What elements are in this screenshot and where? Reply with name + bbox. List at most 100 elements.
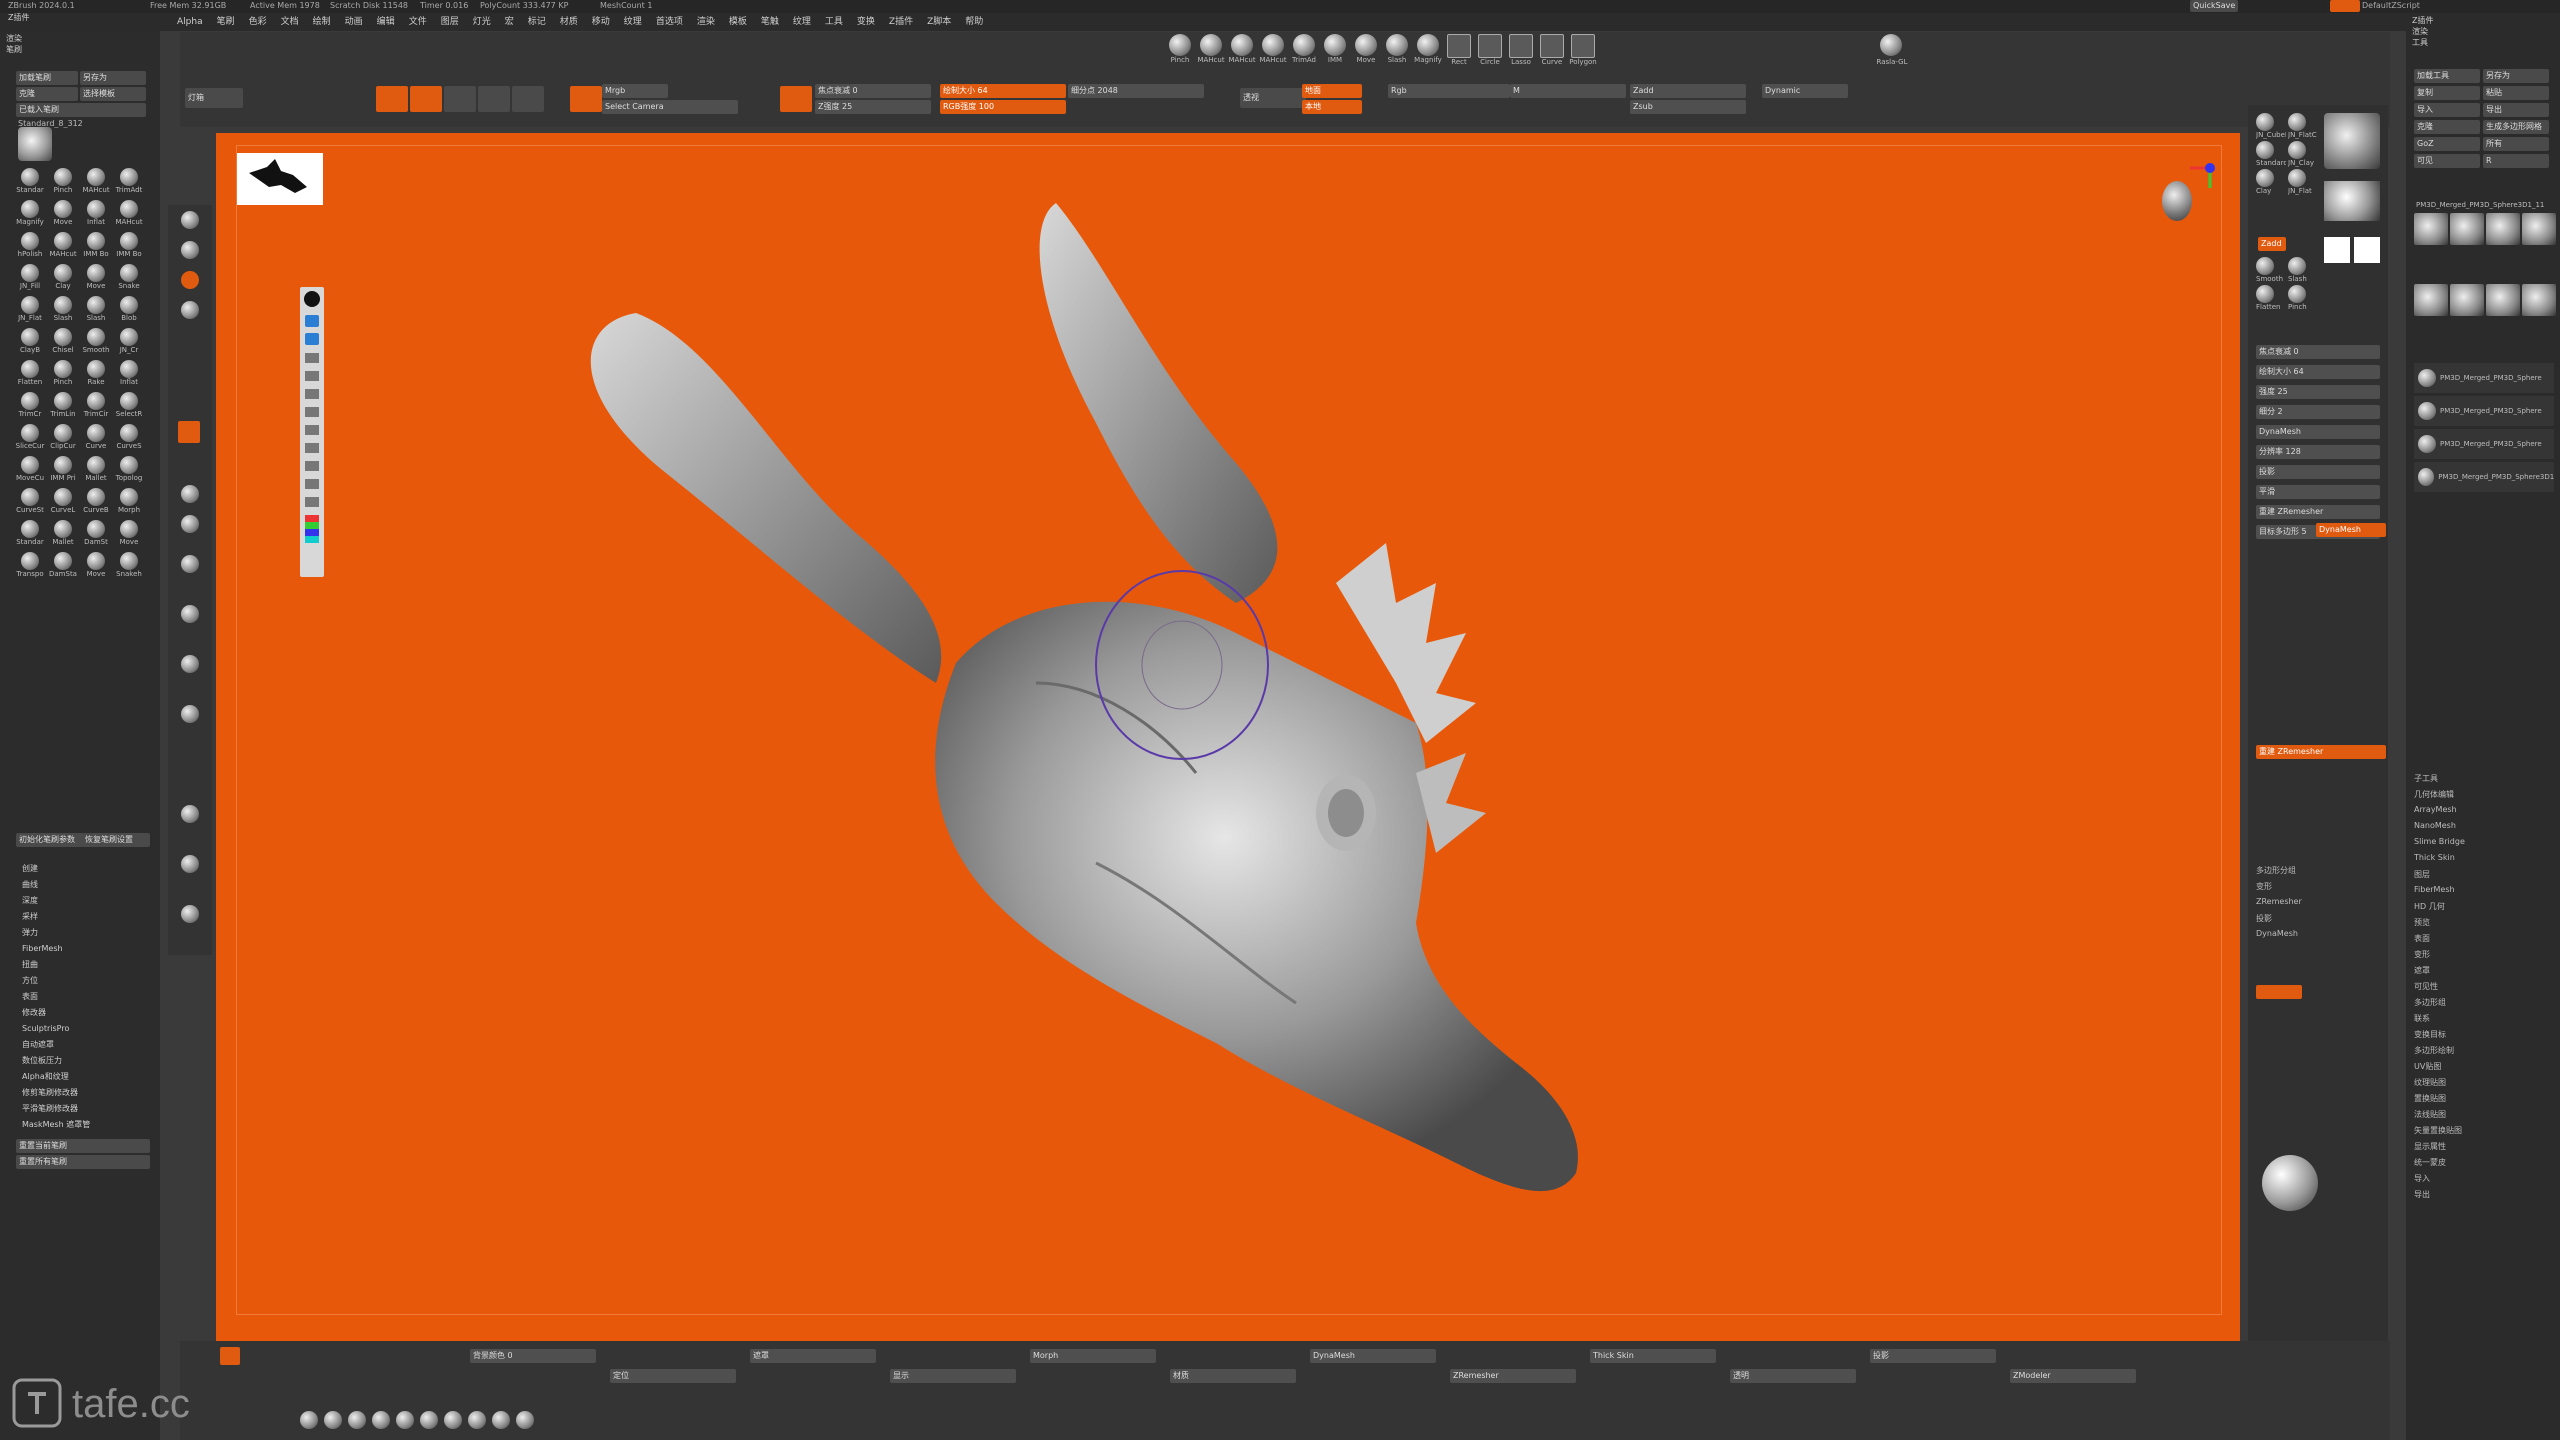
shelf-brush-10[interactable]	[181, 805, 199, 823]
shelf-brush-11[interactable]	[181, 855, 199, 873]
gizmo-tool-icon-7[interactable]	[305, 461, 319, 471]
current-brush-preview[interactable]	[18, 127, 52, 161]
brush-section-item[interactable]: Alpha和纹理	[22, 1069, 152, 1085]
brush-cell[interactable]: JN_Fill	[14, 261, 46, 292]
menu-document[interactable]: 文档	[274, 13, 306, 31]
tool-section[interactable]: 导入	[2414, 1173, 2554, 1189]
restore-brush-button[interactable]: 恢复笔刷设置	[82, 833, 150, 847]
material-item[interactable]: JN_Clay	[2288, 141, 2318, 167]
default-zscript[interactable]: DefaultZScript	[2362, 1, 2420, 10]
bottom-brush-icon[interactable]	[420, 1411, 438, 1429]
value-slider[interactable]: 平滑	[2256, 485, 2380, 499]
brush-cell[interactable]: CurveB	[80, 485, 112, 516]
quicksave-button[interactable]: QuickSave	[2190, 0, 2239, 12]
rgb-button[interactable]	[570, 86, 602, 112]
shelf-brush-7[interactable]	[181, 605, 199, 623]
brush-section-item[interactable]: SculptrisPro	[22, 1021, 152, 1037]
gizmo-tool-icon-3[interactable]	[305, 389, 319, 399]
brush-section-item[interactable]: 弹力	[22, 925, 152, 941]
bottom-brush-icon[interactable]	[468, 1411, 486, 1429]
shelf-orange-button[interactable]	[178, 421, 200, 443]
toolbar-slider-b[interactable]: M	[1510, 84, 1626, 98]
gizmo-tool-icon-8[interactable]	[305, 479, 319, 489]
material-item[interactable]: JN_FlatC	[2288, 113, 2318, 139]
gizmo-tool-icon-9[interactable]	[305, 497, 319, 507]
shelf-brush-8[interactable]	[181, 655, 199, 673]
menu-zplugin[interactable]: Z插件	[8, 13, 158, 23]
section-label[interactable]: 变形	[2256, 881, 2380, 897]
tool-section[interactable]: ArrayMesh	[2414, 805, 2554, 821]
brush-cell[interactable]: MoveCu	[14, 453, 46, 484]
gizmo-tool-icon-5[interactable]	[305, 425, 319, 435]
brush-cell[interactable]: SliceCur	[14, 421, 46, 452]
brush-section-item[interactable]: 平滑笔刷修改器	[22, 1101, 152, 1117]
section-label[interactable]: 投影	[2256, 913, 2380, 929]
brush-cell[interactable]: IMM Pri	[47, 453, 79, 484]
select-template-button[interactable]: 选择模板	[80, 87, 146, 101]
material-item[interactable]: Clay	[2256, 169, 2286, 195]
menu-zscript[interactable]: Z脚本	[920, 13, 958, 31]
menu-color[interactable]: 色彩	[242, 13, 274, 31]
brush-cell[interactable]: Move	[113, 517, 145, 548]
value-slider[interactable]: 细分 2	[2256, 405, 2380, 419]
bottom-brush-icon[interactable]	[324, 1411, 342, 1429]
top-brush-item[interactable]: Magnify	[1413, 34, 1443, 64]
brush-cell[interactable]: TrimCir	[80, 389, 112, 420]
shelf-brush-4[interactable]	[181, 485, 199, 503]
value-slider[interactable]: 重建 ZRemesher	[2256, 505, 2380, 519]
tool-section[interactable]: HD 几何	[2414, 901, 2554, 917]
tool-section[interactable]: 几何体编辑	[2414, 789, 2554, 805]
brush-section-item[interactable]: FiberMesh	[22, 941, 152, 957]
material-item[interactable]: JN_CubeR	[2256, 113, 2286, 139]
tool-thumbnail[interactable]	[2450, 213, 2484, 245]
sculpt-mesh[interactable]	[336, 163, 1736, 1303]
brush-cell[interactable]: CurveL	[47, 485, 79, 516]
tool-button[interactable]: 生成多边形网格	[2483, 120, 2549, 134]
gizmo-cursor-icon[interactable]	[305, 333, 319, 345]
subtool-row[interactable]: PM3D_Merged_PM3D_Sphere	[2414, 396, 2554, 426]
bottom-brush-icon[interactable]	[516, 1411, 534, 1429]
menu-texture[interactable]: 纹理	[617, 13, 649, 31]
header-render[interactable]: 渲染	[2412, 26, 2433, 37]
material-preview[interactable]	[2324, 113, 2380, 169]
top-brush-item[interactable]: MAHcut	[1227, 34, 1257, 64]
brush-cell[interactable]: IMM Bo	[80, 229, 112, 260]
tool-section[interactable]: 子工具	[2414, 773, 2554, 789]
brush-cell[interactable]: Morph	[113, 485, 145, 516]
tool-button[interactable]: 粘贴	[2483, 86, 2549, 100]
matcap-sphere[interactable]	[2262, 1155, 2318, 1211]
material-item[interactable]: Standard	[2256, 141, 2286, 167]
top-brush-item[interactable]: MAHcut	[1196, 34, 1226, 64]
rotate-mode-button[interactable]	[512, 86, 544, 112]
brush-cell[interactable]: Slash	[80, 293, 112, 324]
brush-cell[interactable]: DamSta	[47, 549, 79, 580]
right-brush-icon[interactable]	[1880, 34, 1902, 56]
tool-button[interactable]: 加载工具	[2414, 69, 2480, 83]
clone-brush-button[interactable]: 克隆	[16, 87, 78, 101]
shelf-brush-9[interactable]	[181, 705, 199, 723]
brush-cell[interactable]: Move	[47, 197, 79, 228]
brush-cell[interactable]: JN_Cr	[113, 325, 145, 356]
top-brush-item[interactable]: Slash	[1382, 34, 1412, 64]
bottom-control[interactable]: 透明	[1730, 1369, 1856, 1383]
header-tool[interactable]: 工具	[2412, 37, 2433, 48]
brush-cell[interactable]: hPolish	[14, 229, 46, 260]
brush-cell[interactable]: Blob	[113, 293, 145, 324]
top-brush-item[interactable]: Rect	[1444, 34, 1474, 66]
material-item[interactable]: Smooth	[2256, 257, 2286, 283]
save-as-button[interactable]: 另存为	[80, 71, 146, 85]
brush-cell[interactable]: Mallet	[47, 517, 79, 548]
rgb-intensity-slider[interactable]: RGB强度 100	[940, 100, 1066, 114]
brush-section-item[interactable]: 修剪笔刷修改器	[22, 1085, 152, 1101]
value-slider[interactable]: 绘制大小 64	[2256, 365, 2380, 379]
brush-cell[interactable]: SelectR	[113, 389, 145, 420]
tool-section[interactable]: Thick Skin	[2414, 853, 2554, 869]
brush-cell[interactable]: TrimLin	[47, 389, 79, 420]
menu-tool[interactable]: 工具	[818, 13, 850, 31]
section-label[interactable]: 多边形分组	[2256, 865, 2380, 881]
brush-section-item[interactable]: 数位板压力	[22, 1053, 152, 1069]
loaded-brushes-button[interactable]: 已载入笔刷	[16, 103, 146, 117]
bottom-brush-icon[interactable]	[372, 1411, 390, 1429]
tool-section[interactable]: 统一蒙皮	[2414, 1157, 2554, 1173]
menu-light[interactable]: 灯光	[466, 13, 498, 31]
